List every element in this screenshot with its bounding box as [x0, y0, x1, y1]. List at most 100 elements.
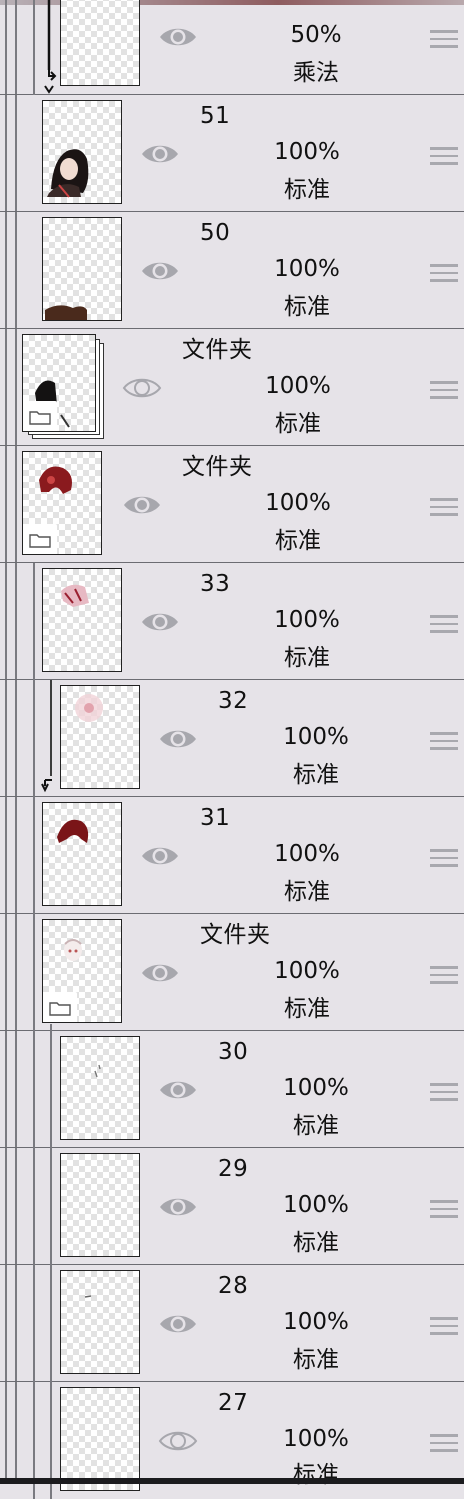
layer-blend-mode[interactable]: 标准 [276, 1347, 356, 1373]
eye-icon[interactable] [158, 1077, 198, 1103]
folder-thumbnail[interactable] [22, 334, 96, 432]
layer-row[interactable]: 33 100% 标准 [0, 563, 464, 680]
detail-thumbnail-icon [94, 1064, 101, 1078]
layer-opacity: 100% [274, 958, 340, 984]
tree-line [33, 563, 35, 680]
layer-blend-mode[interactable]: 标准 [276, 762, 356, 788]
folder-row[interactable]: 文件夹 100% 标准 [0, 914, 464, 1031]
drag-handle-icon[interactable] [430, 30, 458, 50]
layer-blend-mode[interactable]: 乘法 [276, 60, 356, 86]
eye-icon[interactable] [140, 258, 180, 284]
hair-thumbnail-icon [57, 819, 89, 843]
folder-icon [23, 401, 57, 431]
tree-line [33, 1265, 35, 1382]
layer-name[interactable]: 32 [218, 688, 248, 714]
layer-blend-mode[interactable]: 标准 [267, 996, 347, 1022]
drag-handle-icon[interactable] [430, 1317, 458, 1337]
drag-handle-icon[interactable] [430, 1200, 458, 1220]
layer-thumbnail[interactable] [42, 802, 122, 906]
layer-blend-mode[interactable]: 标准 [267, 177, 347, 203]
layer-name[interactable]: 28 [218, 1273, 248, 1299]
layer-row[interactable]: 50% 乘法 [0, 0, 464, 95]
layer-name[interactable]: 文件夹 [182, 454, 253, 480]
layer-thumbnail[interactable] [60, 1387, 140, 1491]
eye-icon[interactable] [140, 609, 180, 635]
layer-row[interactable]: 28 100% 标准 [0, 1265, 464, 1382]
tree-line [50, 1031, 52, 1148]
eye-icon[interactable] [140, 843, 180, 869]
layer-name[interactable]: 30 [218, 1039, 248, 1065]
layer-thumbnail[interactable] [60, 1270, 140, 1374]
layer-panel: 50% 乘法 51 100% 标准 50 100% 标准 文件夹 100% 标准… [0, 0, 464, 1499]
tree-line [33, 680, 35, 797]
layer-name[interactable]: 文件夹 [200, 922, 271, 948]
layer-thumbnail[interactable] [42, 217, 122, 321]
layer-opacity: 100% [265, 490, 331, 516]
layer-thumbnail[interactable] [42, 100, 122, 204]
drag-handle-icon[interactable] [430, 1083, 458, 1103]
layer-thumbnail[interactable] [60, 0, 140, 86]
folder-row[interactable]: 文件夹 100% 标准 [0, 329, 464, 446]
folder-thumbnail[interactable] [22, 451, 102, 555]
layer-blend-mode[interactable]: 标准 [267, 645, 347, 671]
eye-icon[interactable] [158, 24, 198, 50]
layer-blend-mode[interactable]: 标准 [258, 411, 338, 437]
layer-name[interactable]: 50 [200, 220, 230, 246]
layer-blend-mode[interactable]: 标准 [276, 1462, 356, 1488]
layer-thumbnail[interactable] [60, 1153, 140, 1257]
layer-row[interactable]: 32 100% 标准 [0, 680, 464, 797]
eye-icon[interactable] [158, 1311, 198, 1337]
layer-row[interactable]: 50 100% 标准 [0, 212, 464, 329]
drag-handle-icon[interactable] [430, 147, 458, 167]
eye-icon[interactable] [140, 960, 180, 986]
drag-handle-icon[interactable] [430, 966, 458, 986]
tree-line [33, 914, 35, 1031]
layer-name[interactable]: 31 [200, 805, 230, 831]
hair-thumbnail-icon [45, 305, 87, 320]
folder-icon [43, 992, 77, 1022]
detail-thumbnail-icon [84, 1295, 92, 1298]
eye-icon[interactable] [122, 492, 162, 518]
tree-line [50, 1024, 52, 1031]
layer-row[interactable]: 51 100% 标准 [0, 95, 464, 212]
layer-opacity: 100% [274, 256, 340, 282]
drag-handle-icon[interactable] [430, 381, 458, 401]
eye-icon[interactable] [140, 141, 180, 167]
eye-outline-icon[interactable] [158, 1428, 198, 1454]
tree-line [50, 1148, 52, 1265]
layer-blend-mode[interactable]: 标准 [267, 294, 347, 320]
eye-outline-icon[interactable] [122, 375, 162, 401]
layer-blend-mode[interactable]: 标准 [276, 1113, 356, 1139]
layer-blend-mode[interactable]: 标准 [258, 528, 338, 554]
layer-name[interactable]: 51 [200, 103, 230, 129]
folder-row[interactable]: 文件夹 100% 标准 [0, 446, 464, 563]
drag-handle-icon[interactable] [430, 1434, 458, 1454]
eye-icon[interactable] [158, 726, 198, 752]
layer-thumbnail[interactable] [42, 568, 122, 672]
layer-opacity: 50% [290, 22, 342, 48]
layer-blend-mode[interactable]: 标准 [267, 879, 347, 905]
eye-icon[interactable] [158, 1194, 198, 1220]
layer-name[interactable]: 27 [218, 1390, 248, 1416]
folder-thumbnail[interactable] [42, 919, 122, 1023]
layer-name[interactable]: 文件夹 [182, 337, 253, 363]
layer-row[interactable]: 29 100% 标准 [0, 1148, 464, 1265]
layer-opacity: 100% [265, 373, 331, 399]
layer-opacity: 100% [283, 1192, 349, 1218]
drag-handle-icon[interactable] [430, 615, 458, 635]
layer-thumbnail[interactable] [60, 1036, 140, 1140]
drag-handle-icon[interactable] [430, 498, 458, 518]
layer-row[interactable]: 31 100% 标准 [0, 797, 464, 914]
layer-thumbnail[interactable] [60, 685, 140, 789]
drag-handle-icon[interactable] [430, 264, 458, 284]
layer-blend-mode[interactable]: 标准 [276, 1230, 356, 1256]
layer-name[interactable]: 29 [218, 1156, 248, 1182]
layer-name[interactable]: 33 [200, 571, 230, 597]
drag-handle-icon[interactable] [430, 849, 458, 869]
drag-handle-icon[interactable] [430, 732, 458, 752]
tree-line [50, 1265, 52, 1382]
layer-opacity: 100% [283, 724, 349, 750]
layer-row[interactable]: 30 100% 标准 [0, 1031, 464, 1148]
shading-thumbnail-icon [61, 584, 89, 607]
clip-arrow-icon [44, 0, 57, 94]
